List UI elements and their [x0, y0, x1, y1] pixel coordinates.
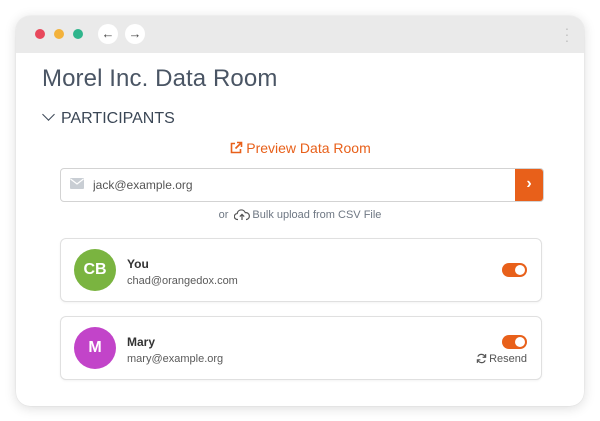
- chevron-down-icon: [42, 108, 55, 121]
- participant-email: mary@example.org: [127, 353, 224, 365]
- browser-window: ← → · · · Morel Inc. Data Room PARTICIPANT…: [16, 16, 584, 406]
- arrow-left-icon[interactable]: ←: [98, 24, 118, 44]
- avatar: M: [74, 327, 116, 369]
- resend-label: Resend: [489, 353, 527, 365]
- kebab-icon[interactable]: · · ·: [564, 21, 570, 47]
- preview-label: Preview Data Room: [246, 140, 371, 156]
- close-window-dot[interactable]: [35, 29, 45, 39]
- section-label: PARTICIPANTS: [61, 110, 175, 127]
- external-link-icon: [230, 141, 243, 154]
- participant-card: M Mary mary@example.org Resend: [60, 316, 542, 380]
- page-title: Morel Inc. Data Room: [42, 65, 278, 92]
- maximize-window-dot[interactable]: [73, 29, 83, 39]
- invite-email-field: ›: [60, 168, 544, 202]
- envelope-icon: [70, 178, 84, 189]
- resend-invite-button[interactable]: Resend: [476, 353, 527, 365]
- participant-name: You: [127, 257, 149, 271]
- invite-email-input[interactable]: [93, 169, 511, 201]
- cloud-upload-icon: [234, 209, 251, 221]
- refresh-icon: [476, 353, 487, 364]
- bulk-upload-row: or Bulk upload from CSV File: [16, 209, 584, 221]
- browser-titlebar: ← → · · ·: [16, 16, 584, 53]
- arrow-right-icon[interactable]: →: [125, 24, 145, 44]
- participant-access-toggle[interactable]: [502, 335, 527, 349]
- participant-card: CB You chad@orangedox.com: [60, 238, 542, 302]
- invite-submit-button[interactable]: ›: [515, 169, 543, 201]
- bulk-upload-prefix: or: [218, 209, 229, 221]
- participant-name: Mary: [127, 335, 156, 349]
- minimize-window-dot[interactable]: [54, 29, 64, 39]
- preview-data-room-link[interactable]: Preview Data Room: [16, 140, 584, 156]
- bulk-upload-label: Bulk upload from CSV File: [252, 209, 382, 221]
- participant-access-toggle[interactable]: [502, 263, 527, 277]
- participant-email: chad@orangedox.com: [127, 275, 238, 287]
- bulk-upload-link[interactable]: Bulk upload from CSV File: [231, 209, 381, 221]
- avatar: CB: [74, 249, 116, 291]
- participants-section-toggle[interactable]: PARTICIPANTS: [42, 108, 175, 128]
